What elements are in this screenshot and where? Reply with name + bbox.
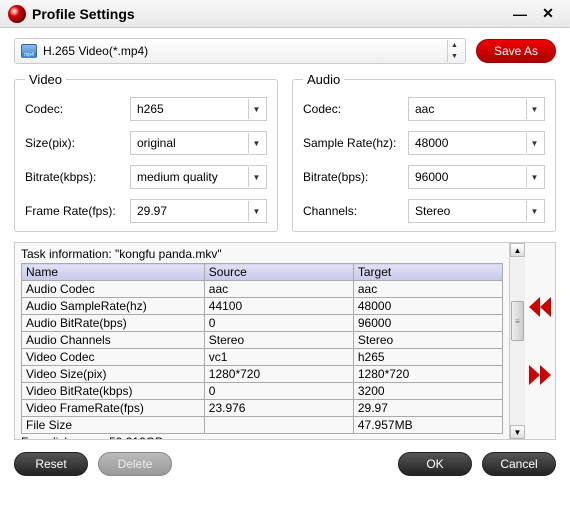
table-cell: File Size — [22, 417, 205, 434]
table-cell: vc1 — [204, 349, 353, 366]
task-table: Name Source Target Audio CodecaacaacAudi… — [21, 263, 503, 434]
profile-label: H.265 Video(*.mp4) — [43, 44, 447, 58]
task-panel: Task information: "kongfu panda.mkv" Nam… — [14, 242, 556, 440]
video-codec-select[interactable]: h265▼ — [130, 97, 267, 121]
close-button[interactable]: ✕ — [534, 5, 562, 22]
chevron-down-icon: ▼ — [526, 201, 542, 221]
table-cell: 44100 — [204, 298, 353, 315]
table-row[interactable]: Video Codecvc1h265 — [22, 349, 503, 366]
titlebar: Profile Settings — ✕ — [0, 0, 570, 28]
scroll-up-icon[interactable]: ▲ — [510, 243, 525, 257]
table-cell — [204, 417, 353, 434]
table-row[interactable]: Audio Codecaacaac — [22, 281, 503, 298]
next-task-button[interactable] — [529, 365, 551, 385]
table-row[interactable]: Video FrameRate(fps)23.97629.97 — [22, 400, 503, 417]
table-row[interactable]: File Size 47.957MB — [22, 417, 503, 434]
table-cell: Video FrameRate(fps) — [22, 400, 205, 417]
save-as-button[interactable]: Save As — [476, 39, 556, 63]
chevron-down-icon: ▼ — [526, 167, 542, 187]
table-cell: 47.957MB — [353, 417, 502, 434]
table-cell: 0 — [204, 383, 353, 400]
table-cell: 23.976 — [204, 400, 353, 417]
table-cell: aac — [204, 281, 353, 298]
table-cell: Audio Codec — [22, 281, 205, 298]
mp4-icon — [21, 44, 37, 58]
audio-bitrate-label: Bitrate(bps): — [303, 170, 408, 184]
audio-channels-select[interactable]: Stereo▼ — [408, 199, 545, 223]
table-cell: Audio SampleRate(hz) — [22, 298, 205, 315]
audio-channels-label: Channels: — [303, 204, 408, 218]
audio-group: Audio Codec:aac▼ Sample Rate(hz):48000▼ … — [292, 72, 556, 232]
video-bitrate-label: Bitrate(kbps): — [25, 170, 130, 184]
video-legend: Video — [25, 72, 66, 87]
audio-legend: Audio — [303, 72, 344, 87]
table-cell: Audio BitRate(bps) — [22, 315, 205, 332]
audio-codec-select[interactable]: aac▼ — [408, 97, 545, 121]
table-cell: 1280*720 — [204, 366, 353, 383]
table-row[interactable]: Video Size(pix)1280*7201280*720 — [22, 366, 503, 383]
table-cell: 0 — [204, 315, 353, 332]
minimize-button[interactable]: — — [506, 6, 534, 22]
table-cell: 1280*720 — [353, 366, 502, 383]
table-cell: Video BitRate(kbps) — [22, 383, 205, 400]
video-framerate-select[interactable]: 29.97▼ — [130, 199, 267, 223]
table-cell: h265 — [353, 349, 502, 366]
video-bitrate-select[interactable]: medium quality▼ — [130, 165, 267, 189]
table-cell: aac — [353, 281, 502, 298]
col-name[interactable]: Name — [22, 264, 205, 281]
table-row[interactable]: Audio ChannelsStereoStereo — [22, 332, 503, 349]
scroll-thumb[interactable]: ≡ — [511, 301, 524, 341]
col-target[interactable]: Target — [353, 264, 502, 281]
chevron-down-icon: ▼ — [248, 167, 264, 187]
table-cell: 3200 — [353, 383, 502, 400]
table-cell: Audio Channels — [22, 332, 205, 349]
video-codec-label: Codec: — [25, 102, 130, 116]
window-title: Profile Settings — [32, 6, 506, 22]
audio-codec-label: Codec: — [303, 102, 408, 116]
chevron-down-icon: ▼ — [248, 133, 264, 153]
audio-bitrate-select[interactable]: 96000▼ — [408, 165, 545, 189]
app-logo-icon — [8, 5, 26, 23]
task-info-title: Task information: "kongfu panda.mkv" — [21, 247, 503, 261]
table-row[interactable]: Audio BitRate(bps)096000 — [22, 315, 503, 332]
free-disk-label: Free disk space:59.312GB — [21, 435, 503, 439]
chevron-down-icon: ▼ — [526, 133, 542, 153]
col-source[interactable]: Source — [204, 264, 353, 281]
table-cell: 48000 — [353, 298, 502, 315]
video-framerate-label: Frame Rate(fps): — [25, 204, 130, 218]
table-row[interactable]: Video BitRate(kbps)03200 — [22, 383, 503, 400]
scroll-down-icon[interactable]: ▼ — [510, 425, 525, 439]
audio-sample-select[interactable]: 48000▼ — [408, 131, 545, 155]
chevron-down-icon: ▼ — [526, 99, 542, 119]
video-size-select[interactable]: original▼ — [130, 131, 267, 155]
prev-task-button[interactable] — [529, 297, 551, 317]
chevron-down-icon: ▼ — [248, 99, 264, 119]
profile-stepper[interactable]: ▲▼ — [447, 40, 461, 62]
ok-button[interactable]: OK — [398, 452, 472, 476]
reset-button[interactable]: Reset — [14, 452, 88, 476]
table-cell: Video Size(pix) — [22, 366, 205, 383]
video-size-label: Size(pix): — [25, 136, 130, 150]
profile-select[interactable]: H.265 Video(*.mp4) ▲▼ — [14, 38, 466, 64]
cancel-button[interactable]: Cancel — [482, 452, 556, 476]
delete-button[interactable]: Delete — [98, 452, 172, 476]
audio-sample-label: Sample Rate(hz): — [303, 136, 408, 150]
chevron-down-icon: ▼ — [248, 201, 264, 221]
scrollbar[interactable]: ▲ ≡ ▼ — [509, 243, 525, 439]
video-group: Video Codec:h265▼ Size(pix):original▼ Bi… — [14, 72, 278, 232]
table-cell: Video Codec — [22, 349, 205, 366]
table-cell: 29.97 — [353, 400, 502, 417]
table-row[interactable]: Audio SampleRate(hz)4410048000 — [22, 298, 503, 315]
table-cell: Stereo — [204, 332, 353, 349]
table-cell: 96000 — [353, 315, 502, 332]
table-cell: Stereo — [353, 332, 502, 349]
